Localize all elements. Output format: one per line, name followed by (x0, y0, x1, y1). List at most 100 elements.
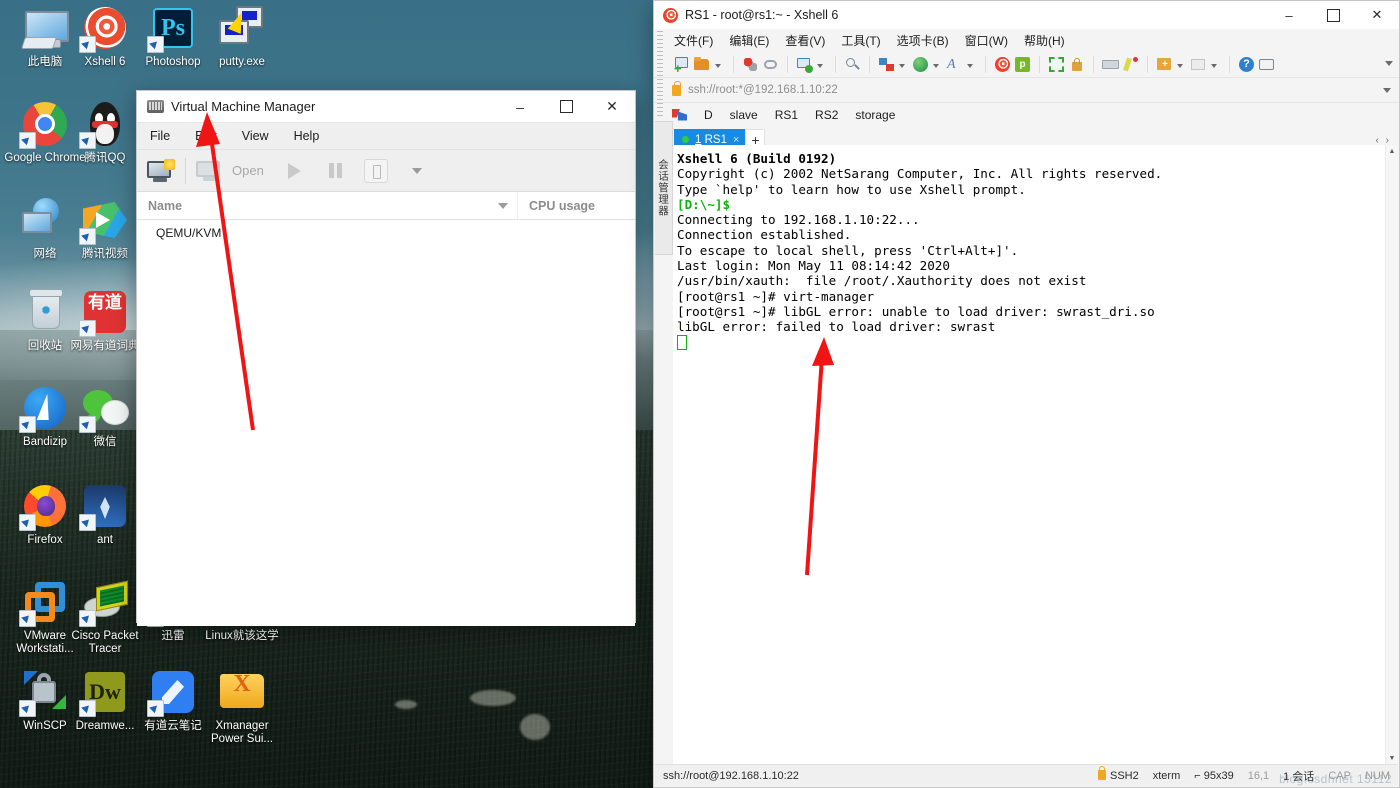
session-properties-icon[interactable] (796, 56, 813, 73)
chevron-down-icon[interactable] (1177, 64, 1183, 68)
shortcut-overlay-icon (147, 700, 164, 717)
scroll-down-icon[interactable]: ▼ (1386, 752, 1398, 764)
chevron-down-icon[interactable] (1211, 64, 1217, 68)
globe-icon[interactable] (912, 56, 929, 73)
column-header-cpu-usage[interactable]: CPU usage (518, 199, 595, 213)
vmm-window-controls: – ✕ (497, 91, 635, 122)
bookmark-storage[interactable]: storage (855, 108, 895, 122)
column-header-name-label: Name (148, 199, 182, 213)
terminal-scrollbar[interactable]: ▲ ▼ (1385, 145, 1398, 764)
xftp-icon[interactable]: p (1014, 56, 1031, 73)
putty-icon (218, 4, 266, 52)
chevron-down-icon[interactable] (817, 64, 823, 68)
chevron-down-icon[interactable] (1383, 88, 1391, 93)
wallpaper-snow-patch (470, 690, 516, 706)
xshell-window-title: RS1 - root@rs1:~ - Xshell 6 (685, 8, 838, 22)
status-terminal-type: xterm (1153, 770, 1181, 782)
shortcut-overlay-icon (19, 132, 36, 149)
sort-chevron-down-icon[interactable] (498, 203, 508, 209)
highlight-pen-icon[interactable] (1122, 56, 1139, 73)
xshell-logo-icon[interactable] (994, 56, 1011, 73)
disconnect-icon[interactable] (742, 56, 759, 73)
bookmark-d[interactable]: D (704, 108, 713, 122)
help-icon[interactable]: ? (1238, 56, 1255, 73)
xshell-menu-item-5[interactable]: 选项卡(B) (897, 32, 949, 49)
shortcut-overlay-icon (19, 416, 36, 433)
toolbar-overflow-chevron-icon[interactable] (1385, 61, 1393, 66)
vmm-window-title: Virtual Machine Manager (171, 99, 315, 114)
xshell-menu-item-7[interactable]: 帮助(H) (1024, 32, 1065, 49)
vmm-menu-view[interactable]: View (240, 127, 271, 145)
column-header-name[interactable]: Name (137, 192, 518, 219)
virtual-machine-manager-window[interactable]: Virtual Machine Manager – ✕ File Edit View… (136, 90, 636, 623)
vmm-connection-row[interactable]: QEMU/KVM (137, 220, 635, 240)
bookmark-slave[interactable]: slave (730, 108, 758, 122)
session-manager-side-tab[interactable]: 会话管理器 (655, 121, 673, 255)
chevron-down-icon[interactable] (715, 64, 721, 68)
shortcut-overlay-icon (79, 610, 96, 627)
xshell-maximize-button[interactable] (1311, 1, 1355, 29)
vmm-close-button[interactable]: ✕ (589, 91, 635, 122)
chevron-down-icon[interactable] (933, 64, 939, 68)
desktop-icon-putty[interactable]: putty.exe (199, 4, 285, 69)
xshell-menu-item-1[interactable]: 文件(F) (674, 32, 713, 49)
xshell-close-button[interactable]: ✕ (1355, 1, 1399, 29)
xshell-window[interactable]: RS1 - root@rs1:~ - Xshell 6 – ✕ 文件(F) 编辑(… (653, 0, 1400, 788)
feedback-icon[interactable] (1258, 56, 1275, 73)
layout-icon (1190, 56, 1207, 73)
open-folder-icon[interactable] (694, 56, 711, 73)
desktop-icon-xmanager-power-suite[interactable]: Xmanager Power Sui... (199, 668, 285, 746)
xshell-address-bar[interactable]: ssh://root:*@192.168.1.10:22 (654, 78, 1399, 103)
xshell-menu-item-3[interactable]: 查看(V) (785, 32, 825, 49)
vmm-maximize-button[interactable] (543, 91, 589, 122)
panel-gripper[interactable] (657, 31, 663, 116)
vmm-titlebar[interactable]: Virtual Machine Manager – ✕ (137, 91, 635, 123)
add-to-favorites-icon[interactable]: + (1156, 56, 1173, 73)
bookmark-flag-icon[interactable] (672, 109, 687, 122)
terminal-line: libGL error: failed to load driver: swra… (677, 319, 1386, 334)
tab-status-dot-icon (682, 136, 689, 143)
status-num-indicator: NUM (1365, 770, 1390, 782)
terminal-line: Xshell 6 (Build 0192) (677, 151, 1386, 166)
chevron-down-icon[interactable] (967, 64, 973, 68)
tencent-video-icon (81, 196, 129, 244)
vmm-minimize-button[interactable]: – (497, 91, 543, 122)
fullscreen-icon[interactable] (1048, 56, 1065, 73)
scroll-up-icon[interactable]: ▲ (1386, 145, 1398, 157)
link-icon[interactable] (762, 56, 779, 73)
xshell-menu-item-4[interactable]: 工具(T) (841, 32, 880, 49)
xshell-menu-item-2[interactable]: 编辑(E) (729, 32, 769, 49)
new-session-icon[interactable]: + (674, 56, 691, 73)
vmm-connection-list[interactable]: QEMU/KVM (137, 220, 635, 626)
close-tab-icon[interactable]: × (733, 134, 739, 146)
vmm-menu-help[interactable]: Help (292, 127, 322, 145)
transfer-file-icon[interactable] (878, 56, 895, 73)
new-virtual-machine-icon[interactable] (147, 159, 175, 183)
wallpaper-snow-patch (520, 714, 550, 740)
xshell-titlebar[interactable]: RS1 - root@rs1:~ - Xshell 6 – ✕ (654, 1, 1399, 29)
desktop-icon-label: Linux就该这学 (199, 630, 285, 643)
xshell-menu-item-6[interactable]: 窗口(W) (965, 32, 1008, 49)
bookmark-rs1[interactable]: RS1 (775, 108, 798, 122)
font-icon[interactable]: A (946, 56, 963, 73)
xshell-minimize-button[interactable]: – (1267, 1, 1311, 29)
keyboard-icon[interactable] (1102, 56, 1119, 73)
vmm-app-icon (147, 100, 164, 113)
wallpaper-snow-patch (395, 700, 417, 709)
terminal-output[interactable]: Xshell 6 (Build 0192)Copyright (c) 2002 … (673, 145, 1386, 764)
chevron-down-icon[interactable] (412, 168, 422, 174)
vmm-menu-file[interactable]: File (148, 127, 172, 145)
address-value: ssh://root:*@192.168.1.10:22 (688, 84, 838, 96)
vmm-menu-edit[interactable]: Edit (193, 127, 219, 145)
search-icon[interactable] (844, 56, 861, 73)
shortcut-overlay-icon (79, 320, 96, 337)
shortcut-overlay-icon (19, 610, 36, 627)
status-size: ⌐ 95x39 (1194, 770, 1233, 782)
terminal-line: [D:\~]$ (677, 197, 1386, 212)
chevron-down-icon[interactable] (899, 64, 905, 68)
shortcut-overlay-icon (79, 514, 96, 531)
lock-icon[interactable] (1068, 56, 1085, 73)
toolbar-separator (185, 158, 186, 184)
bookmark-rs2[interactable]: RS2 (815, 108, 838, 122)
toolbar-separator (869, 56, 870, 73)
